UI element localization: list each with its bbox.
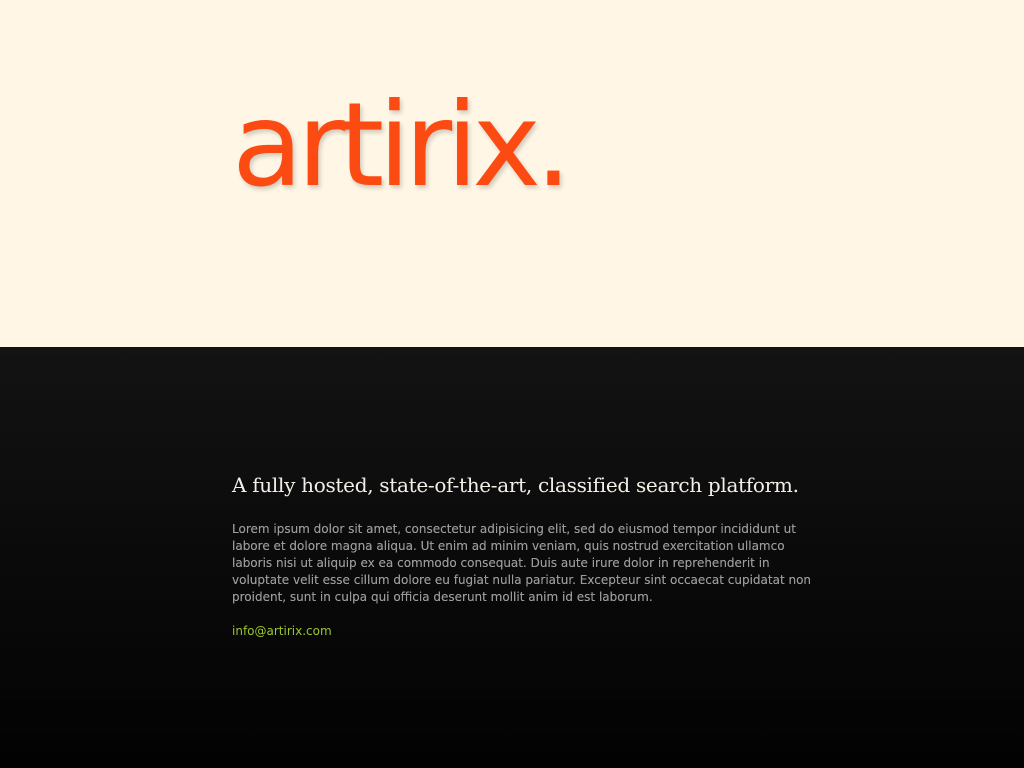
contact-email-link[interactable]: info@artirix.com: [232, 623, 332, 640]
content-inner: A fully hosted, state-of-the-art, classi…: [232, 471, 822, 640]
brand-logo: artirix.: [232, 78, 572, 213]
hero-banner: artirix.: [0, 0, 1024, 347]
description-paragraph: Lorem ipsum dolor sit amet, consectetur …: [232, 522, 812, 604]
content-section: A fully hosted, state-of-the-art, classi…: [0, 347, 1024, 768]
tagline-heading: A fully hosted, state-of-the-art, classi…: [232, 473, 799, 497]
